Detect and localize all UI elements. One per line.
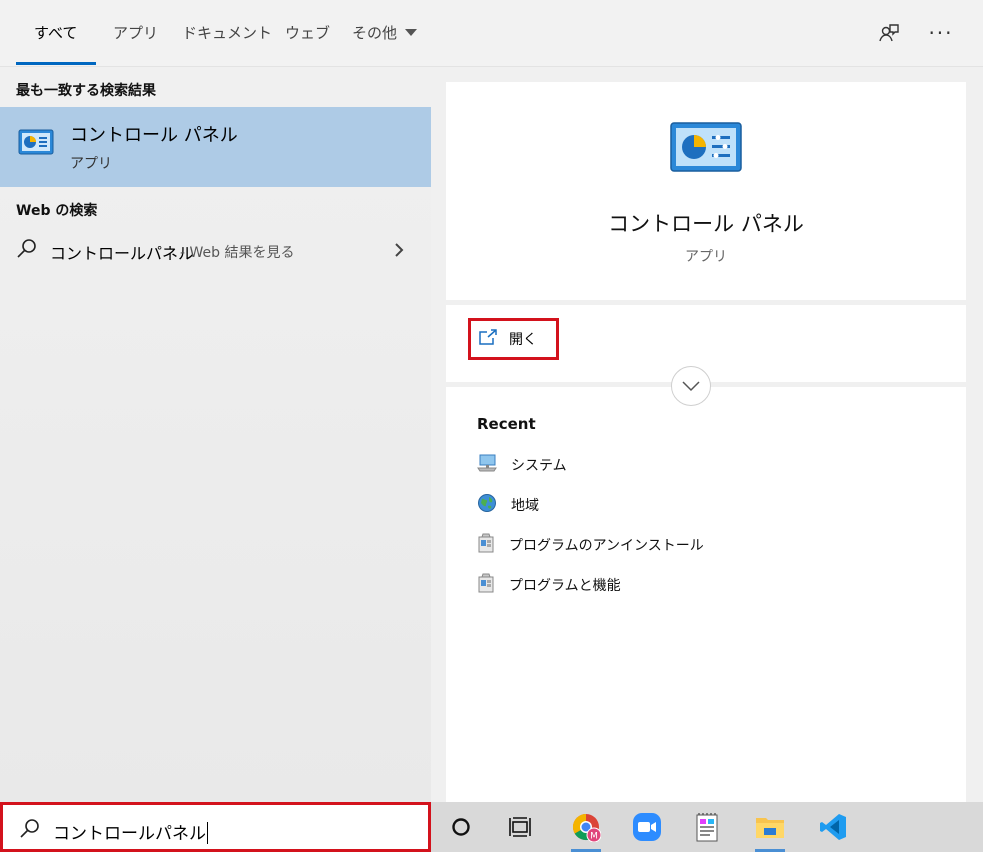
taskbar: コントロールパネル M (0, 802, 983, 852)
globe-icon (477, 493, 497, 517)
feedback-icon[interactable] (874, 18, 904, 48)
vscode-icon[interactable] (816, 810, 850, 844)
control-panel-icon (18, 129, 54, 159)
notepad-icon[interactable] (690, 810, 724, 844)
open-button[interactable]: 開く (468, 318, 559, 360)
results-pane: 最も一致する検索結果 コントロール パネル アプリ Web の検索 コントロール… (0, 67, 431, 802)
recent-item-label: システム (511, 458, 567, 474)
control-panel-large-icon (670, 122, 742, 176)
tab-more-label: その他 (352, 24, 398, 42)
programs-icon (477, 573, 495, 597)
recent-item-region[interactable]: 地域 (477, 494, 539, 516)
dropdown-arrow-icon (405, 29, 418, 36)
search-input[interactable]: コントロールパネル (53, 819, 208, 844)
task-view-icon[interactable] (504, 810, 538, 844)
recent-item-system[interactable]: システム (477, 454, 567, 476)
recent-item-label: プログラムと機能 (509, 578, 621, 594)
web-result-suffix: - Web 結果を見る (180, 245, 295, 261)
expand-button[interactable] (671, 366, 711, 406)
recent-item-uninstall[interactable]: プログラムのアンインストール (477, 533, 704, 557)
recent-heading: Recent (477, 415, 536, 433)
tab-web[interactable]: ウェブ (285, 22, 330, 43)
recent-item-programs-features[interactable]: プログラムと機能 (477, 573, 621, 597)
recent-item-label: プログラムのアンインストール (509, 538, 704, 554)
chrome-icon[interactable]: M (569, 810, 603, 852)
web-search-result[interactable]: コントロールパネル - Web 結果を見る (0, 230, 431, 270)
system-icon (477, 454, 497, 476)
search-icon (19, 818, 41, 844)
best-match-name: コントロール パネル (70, 125, 238, 146)
recent-item-label: 地域 (511, 498, 539, 514)
cortana-icon[interactable] (444, 810, 478, 844)
app-title: コントロール パネル (608, 212, 804, 236)
search-icon (16, 238, 38, 264)
tab-documents[interactable]: ドキュメント (182, 22, 272, 43)
programs-icon (477, 533, 495, 557)
zoom-icon[interactable] (630, 810, 664, 844)
web-result-query: コントロールパネル (50, 244, 195, 263)
app-preview-card: コントロール パネル アプリ (446, 82, 966, 300)
tab-all[interactable]: すべて (34, 22, 77, 43)
preview-pane: コントロール パネル アプリ 開く Recent システム 地域 プログラムのア… (431, 67, 983, 802)
chevron-right-icon[interactable] (393, 242, 405, 262)
open-external-icon (479, 329, 497, 349)
open-label: 開く (509, 332, 537, 348)
web-search-heading: Web の検索 (16, 203, 98, 219)
taskbar-search-box[interactable]: コントロールパネル (0, 802, 431, 852)
best-match-item[interactable]: コントロール パネル アプリ (0, 107, 431, 187)
best-match-type: アプリ (70, 156, 112, 172)
active-tab-indicator (16, 62, 96, 65)
actions-card: 開く (446, 305, 966, 382)
more-options-icon[interactable]: ··· (926, 18, 956, 48)
search-scope-tabs: すべて アプリ ドキュメント ウェブ その他 ··· (0, 0, 983, 67)
tab-apps[interactable]: アプリ (113, 22, 158, 43)
search-input-value: コントロールパネル (53, 824, 206, 844)
chevron-down-icon (681, 377, 701, 396)
file-explorer-icon[interactable] (753, 810, 787, 852)
best-match-heading: 最も一致する検索結果 (16, 83, 156, 99)
recent-card: Recent システム 地域 プログラムのアンインストール プログラムと機能 (446, 387, 966, 802)
text-caret (207, 822, 208, 844)
svg-text:M: M (590, 832, 598, 842)
app-type: アプリ (685, 249, 727, 265)
tab-more[interactable]: その他 (352, 22, 418, 43)
